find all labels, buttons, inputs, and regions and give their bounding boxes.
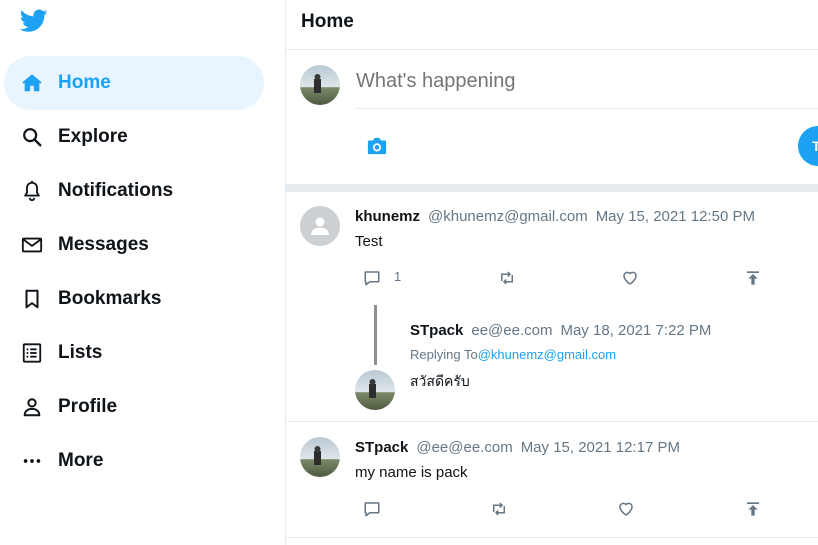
tweet-divider [286,537,818,538]
avatar[interactable] [355,370,395,410]
home-icon [20,71,44,95]
bookmark-icon [20,287,44,311]
person-icon [20,395,44,419]
like-button[interactable] [620,268,640,288]
author-name[interactable]: STpack [410,322,463,339]
tweet-header: khunemz @khunemz@gmail.com May 15, 2021 12… [355,208,755,225]
header: Home [286,0,818,50]
share-button[interactable] [743,268,763,288]
reply-button[interactable] [362,499,382,519]
author-handle: @ee@ee.com [416,439,513,456]
tweet-button[interactable]: T [798,126,818,166]
mail-icon [20,233,44,257]
nav-item-notifications[interactable]: Notifications [4,164,264,218]
replying-to: Replying To@khunemz@gmail.com [410,347,616,362]
author-name[interactable]: khunemz [355,208,420,225]
author-handle: @khunemz@gmail.com [428,208,588,225]
tweet-date: May 15, 2021 12:17 PM [520,439,680,456]
nav-item-bookmarks[interactable]: Bookmarks [4,272,264,326]
retweet-icon [501,271,513,285]
tweet[interactable]: STpack @ee@ee.com May 15, 2021 12:17 PM my… [286,422,818,537]
feed-separator [286,184,818,192]
mention-link[interactable]: @khunemz@gmail.com [478,347,616,362]
more-icon [20,449,44,473]
tweet-date: May 18, 2021 7:22 PM [560,322,712,339]
thread-line [374,305,377,365]
nav-label: Notifications [58,180,174,201]
list-icon [20,341,44,365]
retweet-button[interactable] [497,268,517,288]
share-button[interactable] [743,499,763,519]
tweet-date: May 15, 2021 12:50 PM [595,208,755,225]
default-avatar-icon [311,217,329,235]
nav-item-home[interactable]: Home [4,56,264,110]
avatar[interactable] [300,206,340,246]
sidebar: Home Explore Notifications Messages Book… [0,0,285,545]
tweet-header: STpack @ee@ee.com May 15, 2021 12:17 PM [355,439,680,456]
nav-label: Messages [58,234,149,255]
nav-label: Profile [58,396,118,417]
nav-label: Home [58,72,111,93]
share-icon [747,271,759,285]
reply-text: สวัสดีครับ [410,374,470,390]
reply-count: 1 [394,269,402,284]
share-icon [747,502,759,516]
nav-label: Lists [58,342,103,363]
author-handle: ee@ee.com [471,322,553,339]
nav-label: Explore [58,126,128,147]
main-timeline: Home T khunemz @khunemz@gmail.com May 15, … [286,0,818,545]
comment-icon [364,502,380,517]
tweet-text: my name is pack [355,464,468,481]
like-button[interactable] [616,499,636,519]
author-name[interactable]: STpack [355,439,408,456]
replying-to-label: Replying To [410,347,478,362]
nav-item-messages[interactable]: Messages [4,218,264,272]
comment-icon [364,271,380,286]
nav-item-explore[interactable]: Explore [4,110,264,164]
camera-icon[interactable] [366,136,388,156]
nav-label: Bookmarks [58,288,162,309]
search-icon [20,125,44,149]
tweet[interactable]: khunemz @khunemz@gmail.com May 15, 2021 12… [286,192,818,421]
nav-item-profile[interactable]: Profile [4,380,264,434]
reply-button[interactable] [362,268,382,288]
compose-divider [356,108,818,109]
reply-header: STpack ee@ee.com May 18, 2021 7:22 PM [410,322,711,339]
nav-label: More [58,450,104,471]
compose-box: T [286,50,818,184]
bell-icon [20,179,44,203]
avatar[interactable] [300,437,340,477]
avatar[interactable] [300,65,340,105]
nav-item-more[interactable]: More [4,434,264,488]
compose-input[interactable] [356,70,818,93]
heart-icon [619,502,633,516]
retweet-button[interactable] [489,499,509,519]
twitter-logo-icon[interactable] [20,9,48,33]
heart-icon [623,271,637,285]
page-title: Home [301,11,354,32]
nav-item-lists[interactable]: Lists [4,326,264,380]
retweet-icon [493,502,505,516]
tweet-text: Test [355,233,383,250]
